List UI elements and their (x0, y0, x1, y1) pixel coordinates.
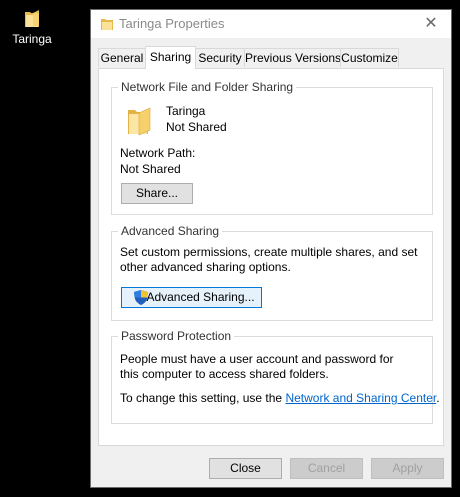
network-sharing-group: Network File and Folder Sharing Taringa … (111, 80, 433, 215)
desktop-icon-label: Taringa (12, 32, 52, 46)
advanced-sharing-button[interactable]: Advanced Sharing... (121, 287, 262, 308)
network-sharing-center-link[interactable]: Network and Sharing Center (285, 391, 436, 405)
tab-security[interactable]: Security (195, 48, 245, 67)
tab-customize[interactable]: Customize (340, 48, 399, 67)
desktop-folder-taringa[interactable]: Taringa (8, 8, 56, 46)
folder-icon (101, 17, 113, 31)
folder-icon (24, 8, 40, 28)
apply-button[interactable]: Apply (371, 458, 444, 479)
change-setting-suffix: . (436, 391, 440, 405)
password-protection-heading: Password Protection (118, 329, 235, 343)
tab-previous-versions[interactable]: Previous Versions (244, 48, 341, 67)
network-sharing-heading: Network File and Folder Sharing (118, 80, 297, 94)
close-icon[interactable]: ✕ (411, 10, 451, 38)
title-bar[interactable]: Taringa Properties ✕ (91, 10, 451, 38)
change-setting-prefix: To change this setting, use the (120, 391, 286, 405)
advanced-sharing-button-label: Advanced Sharing... (146, 290, 255, 304)
advanced-sharing-group: Advanced Sharing Set custom permissions,… (111, 224, 433, 321)
share-button[interactable]: Share... (121, 183, 193, 204)
folder-share-status: Not Shared (166, 120, 227, 134)
advanced-sharing-description: Set custom permissions, create multiple … (120, 245, 418, 274)
tab-sharing[interactable]: Sharing (145, 46, 196, 69)
properties-dialog: Taringa Properties ✕ General Sharing Sec… (90, 9, 452, 488)
close-button[interactable]: Close (209, 458, 282, 479)
network-path-label: Network Path: (120, 146, 196, 160)
password-protection-description: People must have a user account and pass… (120, 352, 394, 381)
advanced-sharing-heading: Advanced Sharing (118, 224, 223, 238)
network-path-value: Not Shared (120, 162, 181, 176)
password-protection-change-text: To change this setting, use the Network … (120, 391, 440, 406)
folder-name: Taringa (166, 104, 206, 118)
folder-icon (126, 104, 152, 136)
window-title: Taringa Properties (119, 16, 225, 31)
cancel-button[interactable]: Cancel (290, 458, 363, 479)
uac-shield-icon (134, 290, 148, 305)
password-protection-group: Password Protection People must have a u… (111, 329, 440, 424)
tab-general[interactable]: General (98, 48, 146, 67)
sharing-tab-panel: Network File and Folder Sharing Taringa … (98, 68, 444, 446)
